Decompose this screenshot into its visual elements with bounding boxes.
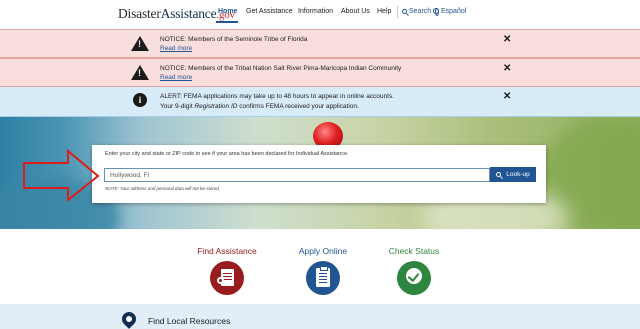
read-more-link[interactable]: Read more bbox=[160, 45, 192, 52]
site-header: DisasterAssistance.gov Home Get Assistan… bbox=[0, 0, 640, 29]
alert-banner: i ALERT: FEMA applications may take up t… bbox=[0, 87, 640, 117]
globe-icon bbox=[433, 8, 439, 16]
alert-line2-emphasis: Registration ID bbox=[194, 103, 238, 110]
apply-online-label: Apply Online bbox=[298, 246, 348, 256]
info-icon: i bbox=[133, 93, 147, 107]
notice-banner-seminole: NOTICE: Members of the Seminole Tribe of… bbox=[0, 29, 640, 58]
warning-icon bbox=[131, 65, 149, 80]
find-local-resources-bar[interactable]: Find Local Resources bbox=[0, 304, 640, 329]
apply-online-action[interactable]: Apply Online bbox=[283, 246, 363, 295]
nav-get-assistance[interactable]: Get Assistance bbox=[246, 8, 293, 15]
clipboard-shape bbox=[316, 266, 330, 287]
nav-home[interactable]: Home bbox=[218, 8, 237, 15]
warning-icon bbox=[131, 36, 149, 51]
location-pin-icon bbox=[119, 309, 139, 329]
close-icon[interactable]: ✕ bbox=[503, 34, 511, 45]
magnifier-shape bbox=[217, 277, 224, 284]
search-icon bbox=[496, 172, 502, 177]
alert-text-line2: Your 9-digit Registration ID confirms FE… bbox=[160, 102, 359, 112]
nav-search-label: Search bbox=[409, 8, 432, 15]
check-status-label: Check Status bbox=[388, 246, 440, 256]
nav-divider bbox=[397, 6, 398, 18]
address-lookup-card: Enter your city and state or ZIP code to… bbox=[92, 145, 546, 203]
notice-text: NOTICE: Members of the Tribal Nation Sal… bbox=[160, 65, 402, 72]
checkmark-shape bbox=[406, 268, 422, 284]
alert-text-line1: ALERT: FEMA applications may take up to … bbox=[160, 93, 395, 100]
lookup-instructions: Enter your city and state or ZIP code to… bbox=[105, 151, 349, 157]
nav-language[interactable]: Español bbox=[433, 8, 467, 16]
find-assistance-label: Find Assistance bbox=[197, 246, 257, 256]
alert-line2-pre: Your 9-digit bbox=[160, 103, 195, 110]
find-assistance-icon[interactable] bbox=[210, 261, 244, 295]
alert-line2-post: confirms FEMA received your application. bbox=[237, 103, 359, 110]
address-search-input[interactable] bbox=[104, 168, 490, 182]
close-icon[interactable]: ✕ bbox=[503, 63, 511, 74]
nav-help[interactable]: Help bbox=[377, 8, 391, 15]
privacy-note: NOTE: Your address and personal data wil… bbox=[105, 186, 220, 191]
read-more-link[interactable]: Read more bbox=[160, 74, 192, 81]
nav-active-indicator bbox=[216, 21, 238, 23]
lookup-button-label: Look-up bbox=[506, 171, 530, 178]
check-status-action[interactable]: Check Status bbox=[374, 246, 454, 295]
nav-language-label: Español bbox=[441, 8, 467, 15]
find-assistance-action[interactable]: Find Assistance bbox=[187, 246, 267, 295]
annotation-arrow-icon bbox=[23, 148, 100, 202]
search-icon bbox=[402, 9, 407, 14]
logo-accent-text: Assistance bbox=[160, 6, 217, 21]
notice-text: NOTICE: Members of the Seminole Tribe of… bbox=[160, 36, 308, 43]
close-icon[interactable]: ✕ bbox=[503, 91, 511, 102]
find-local-resources-label: Find Local Resources bbox=[148, 316, 231, 326]
nav-about-us[interactable]: About Us bbox=[341, 8, 370, 15]
nav-information[interactable]: Information bbox=[298, 8, 333, 15]
notice-banner-salt-river: NOTICE: Members of the Tribal Nation Sal… bbox=[0, 58, 640, 87]
check-status-icon[interactable] bbox=[397, 261, 431, 295]
lookup-button[interactable]: Look-up bbox=[490, 167, 536, 182]
apply-online-icon[interactable] bbox=[306, 261, 340, 295]
logo-main-text: Disaster bbox=[118, 6, 161, 21]
nav-search[interactable]: Search bbox=[402, 8, 431, 15]
